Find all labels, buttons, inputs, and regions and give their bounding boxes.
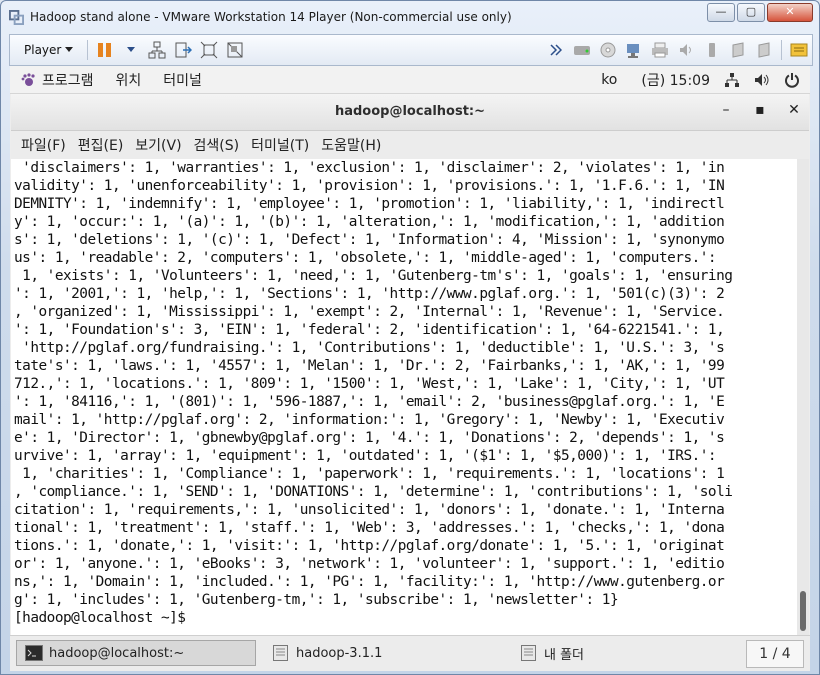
terminal-line: , 'compliance.': 1, 'SEND': 1, 'DONATION… — [14, 484, 733, 500]
unity-icon[interactable] — [224, 39, 246, 61]
sound-card-icon[interactable] — [675, 39, 697, 61]
hard-disk-icon[interactable] — [571, 39, 593, 61]
file-manager-icon — [521, 645, 536, 661]
player-menu-label: Player — [24, 43, 62, 57]
terminal-line: g': 1, 'includes': 1, 'Gutenberg-tm,': 1… — [14, 592, 619, 608]
terminal-window-controls: – ▪ ✕ — [719, 102, 801, 118]
terminal-line: 1, 'exists': 1, 'Volunteers': 1, 'need,'… — [14, 268, 733, 284]
terminal-maximize-button[interactable]: ▪ — [753, 102, 767, 118]
usb-device-icon[interactable] — [701, 39, 723, 61]
terminal-line: 712.,': 1, 'locations.': 1, '809': 1, '1… — [14, 376, 725, 392]
send-keys-icon[interactable] — [172, 39, 194, 61]
terminal-icon — [25, 645, 43, 661]
terminal-scrollbar[interactable] — [797, 159, 809, 635]
vmware-maximize-button[interactable]: ▢ — [737, 3, 765, 22]
pause-icon[interactable] — [94, 39, 116, 61]
terminal-title: hadoop@localhost:~ — [334, 104, 486, 119]
removable-device-2-icon[interactable] — [753, 39, 775, 61]
taskbar-item-label: hadoop-3.1.1 — [296, 645, 383, 661]
taskbar-item-label: 내 폴더 — [544, 647, 585, 663]
terminal-output[interactable]: 'disclaimers': 1, 'warranties': 1, 'excl… — [11, 159, 797, 635]
terminal-line: 'disclaimers': 1, 'warranties': 1, 'excl… — [14, 160, 725, 176]
network-icon[interactable] — [146, 39, 168, 61]
terminal-line: e': 1, 'Director': 1, 'gbnewby@pglaf.org… — [14, 430, 725, 446]
vmware-title-text: Hadoop stand alone - VMware Workstation … — [30, 10, 512, 24]
taskbar-item-label: hadoop@localhost:~ — [49, 645, 185, 661]
menu-applications[interactable]: 프로그램 — [42, 70, 94, 90]
terminal-line: ': 1, 'Foundation's': 3, 'EIN': 1, 'fede… — [14, 322, 725, 338]
message-log-icon[interactable] — [788, 39, 810, 61]
taskbar-item-hadoop-folder[interactable]: hadoop-3.1.1 — [264, 640, 504, 666]
vmware-logo-icon — [9, 9, 24, 25]
pause-dropdown-icon[interactable] — [120, 39, 142, 61]
applications-menu[interactable]: 프로그램 — [20, 70, 94, 90]
workspace-switcher[interactable]: 1 / 4 — [746, 640, 804, 668]
network-adapter-icon[interactable] — [623, 39, 645, 61]
file-manager-icon — [273, 645, 288, 661]
menu-view[interactable]: 보기(V) — [135, 135, 181, 155]
menu-terminal-settings[interactable]: 터미널(T) — [251, 135, 309, 155]
clock[interactable]: (금) 15:09 — [641, 70, 710, 90]
terminal-menubar: 파일(F) 편집(E) 보기(V) 검색(S) 터미널(T) 도움말(H) — [11, 131, 809, 159]
gnome-foot-icon — [21, 72, 35, 86]
cd-drive-icon[interactable] — [597, 39, 619, 61]
terminal-line: , 'organized': 1, 'Mississippi': 1, 'exe… — [14, 304, 725, 320]
toolbar-separator — [781, 40, 782, 60]
terminal-close-button[interactable]: ✕ — [787, 102, 801, 118]
terminal-line: validity': 1, 'unenforceability': 1, 'pr… — [14, 178, 725, 194]
terminal-line: ': 1, '2001,': 1, 'help,': 1, 'Sections'… — [14, 286, 725, 302]
vmware-toolbar: Player — [9, 34, 813, 66]
terminal-minimize-button[interactable]: – — [719, 102, 733, 118]
toolbar-separator — [87, 40, 89, 60]
terminal-line: or': 1, 'anyone.': 1, 'eBooks': 3, 'netw… — [14, 556, 725, 572]
printer-icon[interactable] — [649, 39, 671, 61]
player-menu-button[interactable]: Player — [10, 43, 83, 57]
menu-edit[interactable]: 편집(E) — [78, 135, 124, 155]
vmware-minimize-button[interactable]: — — [707, 3, 735, 22]
terminal-line: y': 1, 'occur:': 1, '(a)': 1, '(b)': 1, … — [14, 214, 725, 230]
terminal-line: DEMNITY': 1, 'indemnify': 1, 'employee':… — [14, 196, 725, 212]
guest-screen: 프로그램 위치 터미널 ko (금) 15:09 hadoop@localhos… — [10, 66, 810, 671]
input-method-indicator[interactable]: ko — [601, 72, 617, 88]
device-icons — [543, 39, 812, 61]
taskbar-item-home-folder[interactable]: 내 폴더 — [512, 640, 748, 666]
volume-icon[interactable] — [754, 72, 770, 88]
vmware-close-button[interactable]: ✕ — [767, 3, 813, 22]
menu-search[interactable]: 검색(S) — [194, 135, 240, 155]
scrollbar-thumb[interactable] — [800, 591, 806, 631]
terminal-line: ns,': 1, 'Domain': 1, 'included.': 1, 'P… — [14, 574, 725, 590]
terminal-titlebar[interactable]: hadoop@localhost:~ – ▪ ✕ — [11, 94, 809, 131]
menu-terminal[interactable]: 터미널 — [163, 70, 202, 90]
terminal-line: 1, 'charities': 1, 'Compliance': 1, 'pap… — [14, 466, 725, 482]
terminal-line: urvive': 1, 'array': 1, 'equipment': 1, … — [14, 448, 717, 464]
fullscreen-icon[interactable] — [198, 39, 220, 61]
terminal-line: citation': 1, 'requirements,': 1, 'unsol… — [14, 502, 725, 518]
gnome-status-area: ko (금) 15:09 — [601, 70, 800, 90]
menu-places[interactable]: 위치 — [116, 70, 142, 90]
terminal-line: mail': 1, 'http://pglaf.org': 2, 'inform… — [14, 412, 725, 428]
vmware-titlebar: Hadoop stand alone - VMware Workstation … — [9, 7, 512, 27]
menu-file[interactable]: 파일(F) — [21, 135, 66, 155]
terminal-line: 'http://pglaf.org/fundraising.': 1, 'Con… — [14, 340, 725, 356]
vmware-window-controls: — ▢ ✕ — [707, 3, 813, 22]
chevron-down-icon — [65, 47, 74, 52]
gnome-bottom-panel: hadoop@localhost:~ hadoop-3.1.1 내 폴더 1 /… — [10, 635, 810, 671]
double-chevron-right-icon[interactable] — [545, 39, 567, 61]
terminal-line: s': 1, 'deletions': 1, '(c)': 1, 'Defect… — [14, 232, 725, 248]
terminal-line: tions.': 1, 'donate,': 1, 'visit:': 1, '… — [14, 538, 725, 554]
terminal-line: us': 1, 'readable': 2, 'computers': 1, '… — [14, 250, 717, 266]
terminal-text: 'disclaimers': 1, 'warranties': 1, 'excl… — [11, 159, 797, 627]
terminal-line: tional': 1, 'treatment': 1, 'staff.': 1,… — [14, 520, 725, 536]
terminal-prompt[interactable]: [hadoop@localhost ~]$ — [14, 609, 797, 627]
menu-help[interactable]: 도움말(H) — [321, 135, 381, 155]
power-icon[interactable] — [784, 72, 800, 88]
removable-device-icon[interactable] — [727, 39, 749, 61]
terminal-line: ': 1, '84116,': 1, '(801)': 1, '596-1887… — [14, 394, 725, 410]
gnome-top-panel: 프로그램 위치 터미널 ko (금) 15:09 — [10, 66, 810, 94]
network-wired-icon[interactable] — [724, 72, 740, 88]
terminal-line: tate's': 1, 'laws.': 1, '4557': 1, 'Mela… — [14, 358, 725, 374]
vmware-window: Hadoop stand alone - VMware Workstation … — [0, 0, 820, 675]
taskbar-item-terminal[interactable]: hadoop@localhost:~ — [16, 640, 256, 666]
